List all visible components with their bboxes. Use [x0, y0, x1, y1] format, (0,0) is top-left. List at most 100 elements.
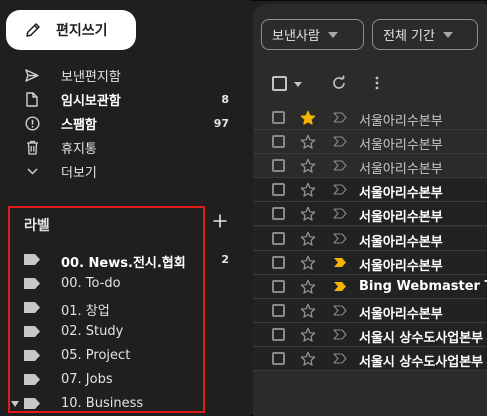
- important-marker-icon[interactable]: [333, 136, 347, 147]
- label-item-project[interactable]: 05. Project: [0, 344, 245, 368]
- filter-label: 전체 기간: [383, 29, 435, 44]
- star-filled-icon[interactable]: [300, 110, 316, 126]
- email-sender: 서울아리수본부: [359, 235, 443, 250]
- star-icon[interactable]: [300, 206, 316, 222]
- compose-button[interactable]: 편지쓰기: [6, 10, 136, 50]
- filter-label: 보낸사람: [272, 29, 320, 44]
- important-marker-icon[interactable]: [333, 329, 347, 340]
- label-item-business[interactable]: 10. Business: [0, 392, 245, 416]
- label-item-startup[interactable]: 01. 창업: [0, 296, 245, 320]
- email-row[interactable]: 서울아리수본부: [253, 227, 487, 251]
- row-checkbox[interactable]: [272, 280, 285, 293]
- email-row[interactable]: 서울아리수본부: [253, 299, 487, 323]
- compose-label: 편지쓰기: [56, 23, 108, 39]
- star-icon[interactable]: [300, 134, 316, 150]
- labels-heading: 라벨: [24, 218, 50, 234]
- label-tag-icon: [24, 326, 40, 337]
- unread-count: 97: [213, 116, 229, 130]
- refresh-icon[interactable]: [331, 75, 347, 91]
- email-row[interactable]: 서울아리수본부: [253, 106, 487, 130]
- email-sender: 서울아리수본부: [359, 307, 443, 322]
- plus-icon[interactable]: [212, 213, 228, 229]
- important-marker-icon[interactable]: [333, 184, 347, 195]
- nav-item-drafts[interactable]: 임시보관함 8: [0, 87, 245, 111]
- row-checkbox[interactable]: [272, 328, 285, 341]
- nav-item-spam[interactable]: 스팸함 97: [0, 111, 245, 135]
- important-marker-icon[interactable]: [333, 353, 347, 364]
- nav-item-label: 휴지통: [61, 141, 97, 157]
- select-menu-caret-icon[interactable]: [294, 82, 302, 87]
- star-icon[interactable]: [300, 351, 316, 367]
- row-checkbox[interactable]: [272, 256, 285, 269]
- row-checkbox[interactable]: [272, 183, 285, 196]
- nav-item-sent[interactable]: 보낸편지함: [0, 63, 245, 87]
- sidebar: 편지쓰기 보낸편지함 임시보관함 8 스팸함 97 휴지통 더보기 라벨 00.…: [0, 0, 250, 416]
- nav-item-label: 보낸편지함: [61, 69, 121, 85]
- email-sender: 서울아리수본부: [359, 210, 443, 225]
- email-row[interactable]: 서울아리수본부: [253, 154, 487, 178]
- nav-item-label: 임시보관함: [61, 93, 121, 109]
- email-row[interactable]: 서울시 상수도사업본부: [253, 323, 487, 347]
- email-row[interactable]: 서울아리수본부: [253, 251, 487, 275]
- row-checkbox[interactable]: [272, 207, 285, 220]
- label-item-todo[interactable]: 00. To-do: [0, 272, 245, 296]
- email-sender: Bing Webmaster To: [359, 279, 487, 294]
- filter-sender[interactable]: 보낸사람: [261, 19, 364, 50]
- nav-item-trash[interactable]: 휴지통: [0, 135, 245, 159]
- important-marker-filled-icon[interactable]: [333, 257, 347, 268]
- label-item-label: 02. Study: [61, 324, 124, 339]
- label-tag-icon: [24, 350, 40, 361]
- email-row[interactable]: 서울아리수본부: [253, 202, 487, 226]
- star-icon[interactable]: [300, 327, 316, 343]
- label-tag-icon: [24, 398, 40, 409]
- label-item-jobs[interactable]: 07. Jobs: [0, 368, 245, 392]
- caret-down-icon: [442, 31, 453, 38]
- pencil-icon: [26, 23, 40, 37]
- mail-list-panel: 보낸사람 전체 기간 서울아리수본부 서울아리수본부 서울아리수본부 서울아리수본부 서…: [253, 4, 487, 416]
- important-marker-icon[interactable]: [333, 233, 347, 244]
- row-checkbox[interactable]: [272, 111, 285, 124]
- chevron-down-icon: [24, 163, 40, 179]
- row-checkbox[interactable]: [272, 159, 285, 172]
- label-tag-icon: [24, 278, 40, 289]
- important-marker-icon[interactable]: [333, 208, 347, 219]
- star-icon[interactable]: [300, 255, 316, 271]
- more-vert-icon[interactable]: [374, 75, 380, 91]
- important-marker-filled-icon[interactable]: [333, 281, 347, 292]
- label-item-label: 01. 창업: [61, 304, 110, 319]
- nav-item-more[interactable]: 더보기: [0, 159, 245, 183]
- label-tag-icon: [24, 302, 40, 313]
- label-item-label: 00. To-do: [61, 276, 121, 291]
- nav-item-label: 스팸함: [61, 117, 97, 133]
- caret-down-icon: [327, 31, 338, 38]
- row-checkbox[interactable]: [272, 352, 285, 365]
- important-marker-icon[interactable]: [333, 112, 347, 123]
- star-icon[interactable]: [300, 303, 316, 319]
- email-row[interactable]: Bing Webmaster To: [253, 275, 487, 299]
- star-icon[interactable]: [300, 158, 316, 174]
- email-row[interactable]: 서울아리수본부: [253, 178, 487, 202]
- draft-file-icon: [24, 91, 40, 107]
- important-marker-icon[interactable]: [333, 305, 347, 316]
- filter-date[interactable]: 전체 기간: [372, 19, 478, 50]
- email-sender: 서울아리수본부: [359, 162, 443, 177]
- star-icon[interactable]: [300, 182, 316, 198]
- row-checkbox[interactable]: [272, 135, 285, 148]
- important-marker-icon[interactable]: [333, 160, 347, 171]
- label-item-label: 00. News.전시.협회: [61, 256, 186, 271]
- row-checkbox[interactable]: [272, 232, 285, 245]
- star-icon[interactable]: [300, 279, 316, 295]
- email-row[interactable]: 서울시 상수도사업본부: [253, 347, 487, 371]
- label-item-label: 05. Project: [61, 348, 131, 363]
- email-sender: 서울아리수본부: [359, 138, 443, 153]
- label-item-label: 10. Business: [61, 396, 144, 411]
- email-row[interactable]: 서울아리수본부: [253, 130, 487, 154]
- expand-arrow-icon[interactable]: [11, 401, 19, 407]
- send-icon: [24, 67, 40, 83]
- label-item-study[interactable]: 02. Study: [0, 320, 245, 344]
- select-all-checkbox[interactable]: [272, 76, 287, 91]
- label-item-news[interactable]: 00. News.전시.협회 2: [0, 248, 245, 272]
- email-sender: 서울아리수본부: [359, 259, 443, 274]
- row-checkbox[interactable]: [272, 304, 285, 317]
- star-icon[interactable]: [300, 231, 316, 247]
